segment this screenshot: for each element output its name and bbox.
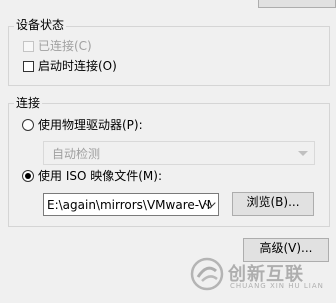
iso-path-value: E:\again\mirrors\VMware-VM — [47, 198, 212, 212]
connected-label: 已连接(C) — [38, 39, 92, 53]
iso-radio[interactable] — [22, 170, 34, 182]
physical-drive-select[interactable]: 自动检测 — [43, 141, 315, 165]
iso-label: 使用 ISO 映像文件(M): — [38, 169, 162, 183]
advanced-button-label: 高级(V)... — [259, 241, 313, 255]
top-edge-button-fragment — [258, 0, 336, 8]
browse-button-label: 浏览(B)... — [246, 195, 300, 209]
connected-checkbox[interactable] — [23, 41, 34, 52]
browse-button[interactable]: 浏览(B)... — [232, 192, 314, 216]
connect-at-power-on-label: 启动时连接(O) — [38, 59, 117, 73]
watermark-logo: 创新互联 CHUANG XIN HU LIAN — [190, 255, 330, 295]
connection-title: 连接 — [14, 95, 43, 111]
physical-drive-value: 自动检测 — [52, 147, 101, 161]
logo-mark-icon — [190, 257, 224, 291]
connect-at-power-on-checkbox[interactable] — [23, 61, 34, 72]
physical-drive-label: 使用物理驱动器(P): — [38, 118, 143, 132]
device-status-title: 设备状态 — [14, 17, 67, 33]
chevron-down-icon — [298, 151, 308, 156]
device-status-group — [8, 26, 330, 86]
watermark-subtext: CHUANG XIN HU LIAN — [230, 282, 324, 290]
physical-drive-radio[interactable] — [22, 119, 34, 131]
iso-path-combobox[interactable]: E:\again\mirrors\VMware-VM — [43, 193, 219, 216]
radio-selected-dot — [25, 173, 31, 179]
